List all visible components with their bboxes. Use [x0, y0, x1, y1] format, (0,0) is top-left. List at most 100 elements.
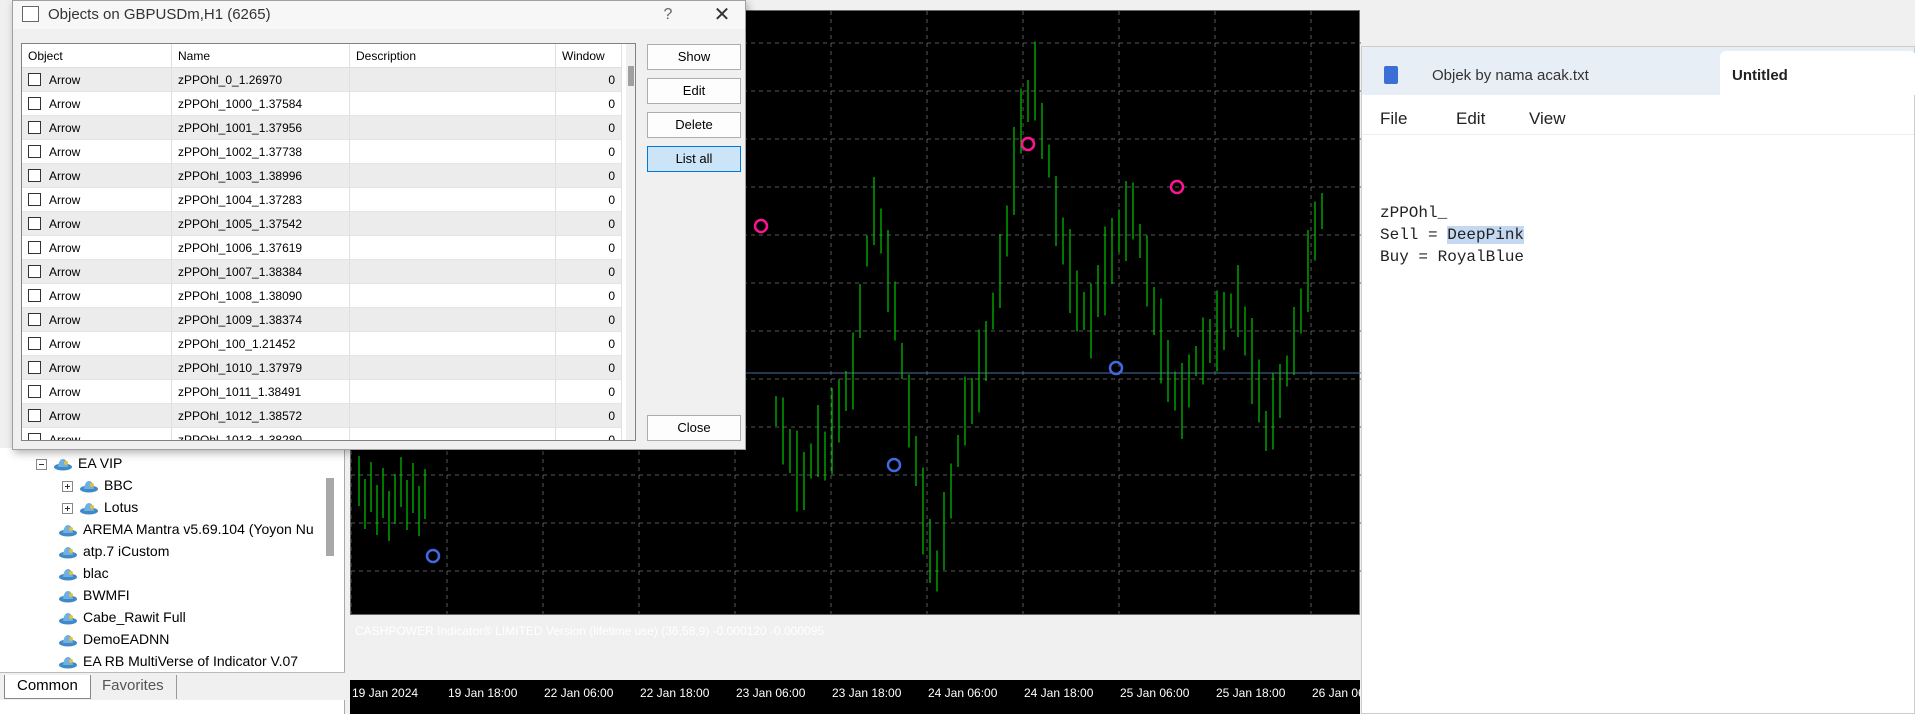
buy-arrow-icon	[425, 548, 441, 564]
table-row[interactable]: Arrow zPPOhl_1011_1.38491 0	[22, 380, 622, 404]
cell-description	[350, 332, 556, 356]
cell-name: zPPOhl_1008_1.38090	[172, 284, 350, 308]
tab-common[interactable]: Common	[4, 675, 91, 699]
object-type: Arrow	[49, 433, 81, 441]
table-scrollbar[interactable]	[626, 44, 635, 440]
row-checkbox[interactable]	[28, 121, 41, 134]
row-checkbox[interactable]	[28, 385, 41, 398]
navigator-tabs: Common Favorites	[0, 672, 345, 700]
table-row[interactable]: Arrow zPPOhl_1007_1.38384 0	[22, 260, 622, 284]
table-scrollbar-thumb[interactable]	[628, 66, 634, 86]
cell-name: zPPOhl_1001_1.37956	[172, 116, 350, 140]
object-type: Arrow	[49, 289, 81, 303]
navigator-item[interactable]: DemoEADNN	[58, 628, 169, 650]
navigator-item[interactable]: EA VIP	[36, 452, 122, 474]
row-checkbox[interactable]	[28, 145, 41, 158]
table-row[interactable]: Arrow zPPOhl_1010_1.37979 0	[22, 356, 622, 380]
cell-name: zPPOhl_1011_1.38491	[172, 380, 350, 404]
column-description[interactable]: Description	[350, 44, 556, 68]
table-row[interactable]: Arrow zPPOhl_1006_1.37619 0	[22, 236, 622, 260]
table-row[interactable]: Arrow zPPOhl_1004_1.37283 0	[22, 188, 622, 212]
navigator-item[interactable]: Lotus	[62, 496, 138, 518]
tab-favorites[interactable]: Favorites	[90, 675, 177, 699]
cell-window: 0	[556, 356, 622, 380]
navigator-item[interactable]: Cabe_Rawit Full	[58, 606, 186, 628]
tab-objek-by-nama-acak[interactable]: Objek by nama acak.txt	[1362, 47, 1718, 95]
row-checkbox[interactable]	[28, 361, 41, 374]
plus-expander-icon[interactable]	[62, 480, 73, 492]
row-checkbox[interactable]	[28, 193, 41, 206]
tab-label: Objek by nama acak.txt	[1432, 67, 1589, 84]
dialog-close-icon[interactable]: ✕	[707, 3, 737, 27]
delete-button[interactable]: Delete	[647, 112, 741, 138]
plus-expander-icon[interactable]	[62, 502, 73, 514]
table-row[interactable]: Arrow zPPOhl_1009_1.38374 0	[22, 308, 622, 332]
text-line-1: zPPOhl_	[1380, 204, 1448, 222]
navigator-item[interactable]: AREMA Mantra v5.69.104 (Yoyon Nu	[58, 518, 314, 540]
cell-object: Arrow	[22, 212, 172, 236]
object-type: Arrow	[49, 193, 81, 207]
notepad-text-area[interactable]: zPPOhl_ Sell = DeepPink Buy = RoyalBlue	[1380, 202, 1525, 268]
table-row[interactable]: Arrow zPPOhl_1000_1.37584 0	[22, 92, 622, 116]
cell-object: Arrow	[22, 236, 172, 260]
navigator-item[interactable]: blac	[58, 562, 109, 584]
row-checkbox[interactable]	[28, 73, 41, 86]
row-checkbox[interactable]	[28, 409, 41, 422]
cell-window: 0	[556, 68, 622, 92]
table-row[interactable]: Arrow zPPOhl_1005_1.37542 0	[22, 212, 622, 236]
help-button[interactable]: ?	[653, 3, 683, 27]
column-window[interactable]: Window	[556, 44, 622, 68]
cell-description	[350, 116, 556, 140]
table-row[interactable]: Arrow zPPOhl_0_1.26970 0	[22, 68, 622, 92]
row-checkbox[interactable]	[28, 433, 41, 440]
row-checkbox[interactable]	[28, 289, 41, 302]
menu-file[interactable]: File	[1380, 109, 1407, 129]
table-row[interactable]: Arrow zPPOhl_1008_1.38090 0	[22, 284, 622, 308]
navigator-item[interactable]: BBC	[62, 474, 133, 496]
object-type: Arrow	[49, 73, 81, 87]
table-row[interactable]: Arrow zPPOhl_1001_1.37956 0	[22, 116, 622, 140]
cell-window: 0	[556, 92, 622, 116]
cell-window: 0	[556, 404, 622, 428]
row-checkbox[interactable]	[28, 241, 41, 254]
table-row[interactable]: Arrow zPPOhl_1002_1.37738 0	[22, 140, 622, 164]
column-name[interactable]: Name	[172, 44, 350, 68]
notepad-tabbar: Objek by nama acak.txt Untitled	[1362, 47, 1915, 95]
navigator-item[interactable]: BWMFI	[58, 584, 130, 606]
tab-untitled[interactable]: Untitled	[1720, 51, 1915, 95]
row-checkbox[interactable]	[28, 265, 41, 278]
table-row[interactable]: Arrow zPPOhl_1013_1.38280 0	[22, 428, 622, 441]
table-row[interactable]: Arrow zPPOhl_100_1.21452 0	[22, 332, 622, 356]
minus-expander-icon[interactable]	[36, 458, 47, 470]
navigator-scrollbar[interactable]	[326, 478, 334, 556]
cell-window: 0	[556, 188, 622, 212]
navigator-item-label: BBC	[104, 477, 133, 493]
row-checkbox[interactable]	[28, 97, 41, 110]
dialog-titlebar[interactable]: Objects on GBPUSDm,H1 (6265) ? ✕	[13, 1, 745, 29]
show-button[interactable]: Show	[647, 44, 741, 70]
object-type: Arrow	[49, 241, 81, 255]
menu-edit[interactable]: Edit	[1456, 109, 1485, 129]
sell-arrow-icon	[1020, 136, 1036, 152]
expert-hat-icon	[80, 481, 98, 493]
time-axis-label: 19 Jan 2024	[352, 686, 419, 700]
edit-button[interactable]: Edit	[647, 78, 741, 104]
close-button[interactable]: Close	[647, 415, 741, 441]
row-checkbox[interactable]	[28, 217, 41, 230]
object-type: Arrow	[49, 97, 81, 111]
row-checkbox[interactable]	[28, 169, 41, 182]
row-checkbox[interactable]	[28, 337, 41, 350]
expert-hat-icon	[59, 613, 77, 625]
column-object[interactable]: Object	[22, 44, 172, 68]
row-checkbox[interactable]	[28, 313, 41, 326]
table-row[interactable]: Arrow zPPOhl_1012_1.38572 0	[22, 404, 622, 428]
list-all-button[interactable]: List all	[647, 146, 741, 172]
table-row[interactable]: Arrow zPPOhl_1003_1.38996 0	[22, 164, 622, 188]
time-axis-label: 23 Jan 06:00	[736, 686, 806, 700]
cell-description	[350, 212, 556, 236]
cell-description	[350, 404, 556, 428]
tab-label: Untitled	[1732, 67, 1788, 84]
menu-view[interactable]: View	[1529, 109, 1566, 129]
navigator-item[interactable]: atp.7 iCustom	[58, 540, 169, 562]
navigator-item[interactable]: EA RB MultiVerse of Indicator V.07	[58, 650, 298, 672]
